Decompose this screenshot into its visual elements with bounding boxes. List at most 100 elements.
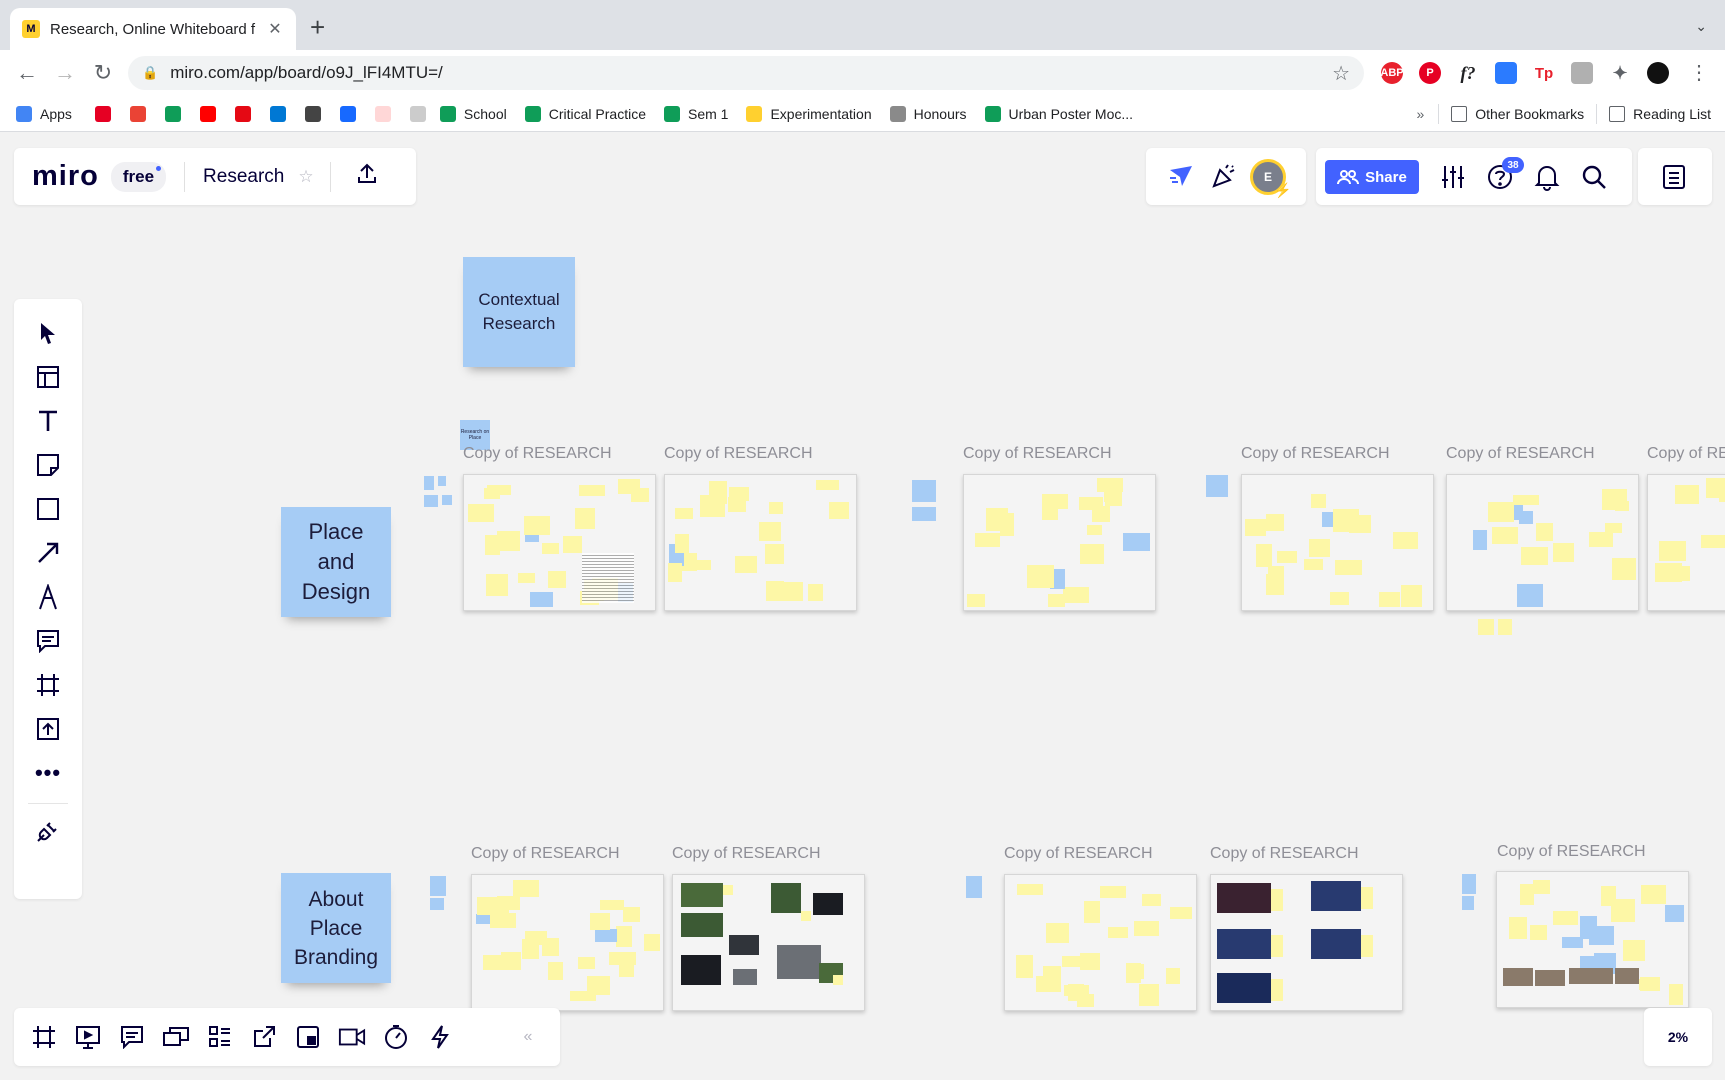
bookmark-item[interactable] [304,105,321,122]
bookmark-item[interactable] [199,105,216,122]
bookmark-item[interactable] [164,105,181,122]
bookmark-item[interactable] [269,105,286,122]
zoom-level[interactable]: 2% [1644,1008,1712,1066]
research-frame[interactable] [471,874,664,1011]
export-icon[interactable] [355,162,379,192]
bookmark-item[interactable] [234,105,251,122]
sticky-note [1520,884,1534,905]
sticky-note [1166,968,1180,984]
colorpick-icon[interactable] [1495,62,1517,84]
select-cursor-icon[interactable] [34,319,62,347]
bell-icon[interactable] [1534,163,1560,196]
presentation-icon[interactable] [74,1023,102,1051]
profile-icon[interactable] [1647,62,1669,84]
lightning-icon[interactable] [426,1023,454,1051]
frame-icon[interactable] [34,671,62,699]
more-tools-icon[interactable]: ••• [34,759,62,787]
plan-badge[interactable]: free [110,161,167,192]
reload-icon[interactable]: ↻ [88,58,118,88]
browser-tab-active[interactable]: M Research, Online Whiteboard f ✕ [10,8,296,50]
export-window-icon[interactable] [250,1023,278,1051]
embed-sticker-icon[interactable] [294,1023,322,1051]
cursor-arrow-icon[interactable] [1168,164,1194,193]
bookmark-item[interactable] [129,105,146,122]
sticky-note [816,480,839,490]
research-frame[interactable] [664,474,857,611]
research-frame[interactable] [1210,874,1403,1011]
research-frame[interactable] [1004,874,1197,1011]
research-frame[interactable] [1446,474,1639,611]
bookmark-item[interactable] [409,105,426,122]
bookmark-star-icon[interactable]: ☆ [1332,61,1350,86]
timer-icon[interactable] [382,1023,410,1051]
tp-icon[interactable]: Tp [1533,62,1555,84]
avatar-initial: E [1263,170,1272,184]
comment-icon[interactable] [34,627,62,655]
left-toolbar: ••• [14,299,82,899]
star-icon[interactable]: ☆ [298,167,313,187]
puzzle-icon[interactable]: ✦ [1609,62,1631,84]
collapse-toolbar-icon[interactable]: « [514,1023,542,1051]
cards-icon[interactable] [206,1023,234,1051]
bookmark-item[interactable]: Urban Poster Moc... [984,105,1133,122]
fontface-icon[interactable]: f? [1457,62,1479,84]
screen-share-icon[interactable] [162,1023,190,1051]
adblock-icon[interactable]: ABP [1380,62,1404,84]
bookmark-item[interactable]: Honours [889,105,967,122]
sticky-note [623,907,640,922]
integrations-plug-icon[interactable] [34,817,62,845]
bookmark-item[interactable]: Experimentation [746,105,872,122]
research-frame[interactable] [1241,474,1434,611]
comments-icon[interactable] [118,1023,146,1051]
frames-icon[interactable] [30,1023,58,1051]
sticky-note [1639,979,1655,990]
reactions-icon[interactable] [1210,162,1238,195]
research-frame[interactable] [1647,474,1725,611]
side-note [966,876,982,898]
ext-grey-icon[interactable] [1571,62,1593,84]
share-button[interactable]: Share [1325,160,1419,194]
upload-icon[interactable] [34,715,62,743]
browser-menu-icon[interactable]: ⋮ [1684,58,1714,88]
board-list-icon[interactable] [1662,164,1686,195]
sticky-place-and-design[interactable]: Place and Design [281,507,391,617]
bookmark-item[interactable]: Apps [16,105,72,122]
settings-sliders-icon[interactable] [1440,164,1466,195]
reading-list[interactable]: Reading List [1609,106,1711,122]
templates-icon[interactable] [34,363,62,391]
search-icon[interactable] [1580,163,1608,196]
bookmarks-overflow-icon[interactable]: » [1416,106,1424,122]
miro-logo[interactable]: miro [32,160,99,193]
research-frame[interactable] [463,474,656,611]
research-frame[interactable] [963,474,1156,611]
shape-square-icon[interactable] [34,495,62,523]
research-frame[interactable] [1496,871,1689,1008]
sticky-about-place-branding[interactable]: About Place Branding [281,873,391,983]
pinterest-icon[interactable]: P [1419,62,1441,84]
text-tool-icon[interactable] [34,407,62,435]
bookmark-item[interactable] [339,105,356,122]
bookmark-item[interactable]: School [439,105,507,122]
research-frame[interactable] [672,874,865,1011]
board-title[interactable]: Research [203,166,284,188]
pen-icon[interactable] [34,583,62,611]
bookmark-item[interactable] [94,105,111,122]
sticky-contextual-research[interactable]: Contextual Research [463,257,575,367]
video-icon[interactable] [338,1023,366,1051]
tab-close-icon[interactable]: ✕ [266,19,284,39]
connection-arrow-icon[interactable] [34,539,62,567]
bookmark-item[interactable]: Sem 1 [663,105,728,122]
sticky-note [1361,935,1373,957]
tab-search-chevron-icon[interactable]: ⌄ [1695,18,1707,35]
bookmark-item[interactable]: Critical Practice [524,105,646,122]
address-bar[interactable]: 🔒 miro.com/app/board/o9J_lFI4MTU=/ ☆ [128,56,1364,90]
other-bookmarks[interactable]: Other Bookmarks [1451,106,1584,122]
sticky-note [490,913,516,928]
sticky-note-icon[interactable] [34,451,62,479]
miro-canvas[interactable]: Contextual Research Place and Design Abo… [0,133,1725,1080]
new-tab-icon[interactable]: + [310,14,325,40]
bookmark-item[interactable] [374,105,391,122]
back-icon[interactable]: ← [12,58,42,88]
side-note [438,476,446,486]
forward-icon[interactable]: → [50,58,80,88]
